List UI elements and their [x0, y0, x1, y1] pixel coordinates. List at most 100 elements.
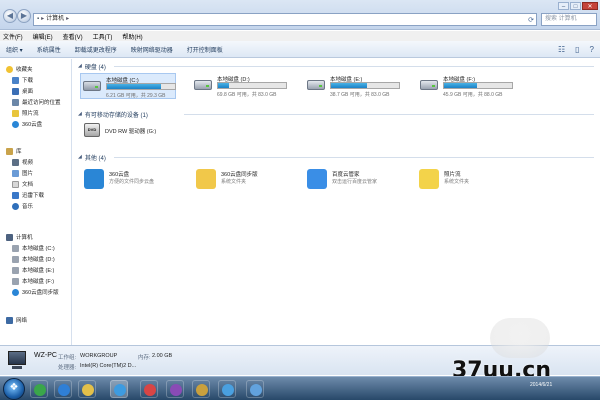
system-properties-button[interactable]: 系统属性 [37, 45, 61, 54]
help-icon[interactable]: ? [590, 45, 594, 54]
drive-tile-c[interactable]: 本地磁盘 (C:) 6.21 GB 可用，共 29.3 GB [80, 73, 176, 99]
taskbar-app[interactable] [140, 380, 158, 398]
app-icon [196, 384, 208, 396]
refresh-icon[interactable]: ⟳ [528, 15, 534, 26]
close-button[interactable]: ✕ [582, 2, 598, 10]
drive-usage-fill [218, 83, 229, 88]
nav-computer[interactable]: 计算机 [6, 232, 33, 242]
back-button[interactable]: ◀ [3, 9, 17, 23]
drive-icon [420, 80, 438, 90]
menu-file[interactable]: 文件(F) [3, 32, 23, 41]
tray-date[interactable]: 2014/6/21 [530, 382, 552, 388]
thunder-icon [12, 191, 19, 199]
360cloud-icon [84, 169, 104, 189]
uninstall-program-button[interactable]: 卸载或更改程序 [75, 45, 117, 54]
address-bar[interactable]: ▪ ▸ 计算机 ▸ ⟳ [33, 13, 537, 26]
drive-space-info: 38.7 GB 可用，共 83.0 GB [330, 92, 390, 98]
nav-item-videos[interactable]: 视频 [12, 157, 33, 167]
drive-usage-fill [444, 83, 477, 88]
organize-button[interactable]: 组织 ▾ [6, 45, 23, 54]
menu-tools[interactable]: 工具(T) [93, 32, 113, 41]
nav-item-thunder-downloads[interactable]: 迅雷下载 [12, 190, 44, 200]
nav-libraries[interactable]: 库 [6, 146, 22, 156]
item-360cloud-sync[interactable]: 360云盘同步版 系统文件夹 [196, 167, 296, 193]
videos-icon [12, 158, 19, 166]
menu-help[interactable]: 帮助(H) [122, 32, 142, 41]
network-icon [6, 316, 13, 324]
item-name: 照片流 [444, 172, 461, 178]
nav-item-drive-e[interactable]: 本地磁盘 (E:) [12, 265, 54, 275]
nav-item-photostream[interactable]: 照片流 [12, 108, 39, 118]
nav-item-downloads[interactable]: 下载 [12, 75, 33, 85]
breadcrumb-computer[interactable]: 计算机 [46, 16, 64, 22]
nav-label: 视频 [22, 160, 34, 166]
watermark-cat-image [490, 318, 550, 358]
nav-item-documents[interactable]: 文档 [12, 179, 33, 189]
nav-label: 收藏夹 [16, 67, 33, 73]
dvd-drive-tile[interactable]: DVD DVD RW 驱动器 (G:) [84, 123, 204, 139]
cpu-label: 处理器: [58, 365, 77, 371]
drive-tile-f[interactable]: 本地磁盘 (F:) 45.9 GB 可用，共 88.0 GB [418, 73, 514, 99]
app-icon [250, 384, 262, 396]
drive-icon [12, 277, 19, 285]
drive-space-info: 6.21 GB 可用，共 29.3 GB [106, 93, 166, 99]
drive-icon [12, 244, 19, 252]
item-name: 360云盘 [109, 172, 130, 178]
item-name: 百度云管家 [332, 172, 360, 178]
menu-view[interactable]: 查看(V) [63, 32, 83, 41]
item-360cloud[interactable]: 360云盘 方便的文件同步云盘 [84, 167, 184, 193]
taskbar-app[interactable] [54, 380, 72, 398]
open-control-panel-button[interactable]: 打开控制面板 [187, 45, 223, 54]
forward-button[interactable]: ▶ [17, 9, 31, 23]
taskbar-app[interactable] [30, 380, 48, 398]
taskbar-app-explorer[interactable] [110, 380, 128, 398]
nav-item-desktop[interactable]: 桌面 [12, 86, 33, 96]
nav-label: 照片流 [22, 111, 39, 117]
map-network-drive-button[interactable]: 映射网络驱动器 [131, 45, 173, 54]
start-button[interactable]: ❖ [3, 378, 25, 400]
nav-label: 文档 [22, 182, 34, 188]
nav-item-pictures[interactable]: 图片 [12, 168, 33, 178]
memory-value: 2.00 GB [152, 353, 173, 359]
item-baidu-cloud[interactable]: 百度云管家 双击运行百度云管家 [307, 167, 407, 193]
nav-item-drive-c[interactable]: 本地磁盘 (C:) [12, 243, 55, 253]
group-hard-disks[interactable]: ◢ 硬盘 (4) [78, 61, 106, 71]
nav-item-360cloud-sync[interactable]: 360云盘同步版 [12, 287, 59, 297]
drive-usage-fill [331, 83, 368, 88]
nav-item-drive-f[interactable]: 本地磁盘 (F:) [12, 276, 54, 286]
taskbar-app[interactable] [78, 380, 96, 398]
nav-network[interactable]: 网络 [6, 315, 27, 325]
taskbar-app[interactable] [218, 380, 236, 398]
search-input[interactable]: 搜索 计算机 [541, 13, 597, 26]
menu-edit[interactable]: 编辑(E) [33, 32, 53, 41]
app-icon [222, 384, 234, 396]
nav-label: 迅雷下载 [22, 193, 45, 199]
drive-tile-e[interactable]: 本地磁盘 (E:) 38.7 GB 可用，共 83.0 GB [305, 73, 401, 99]
maximize-button[interactable]: □ [570, 2, 581, 10]
nav-label: 本地磁盘 (D:) [22, 257, 55, 263]
nav-label: 360云盘 [22, 122, 43, 128]
taskbar-app[interactable] [246, 380, 264, 398]
breadcrumb-arrow-icon: ▸ [41, 16, 45, 22]
app-icon [144, 384, 156, 396]
workgroup-label: 工作组: [58, 355, 77, 361]
item-photostream[interactable]: 照片流 系统文件夹 [419, 167, 519, 193]
preview-pane-icon[interactable]: ▯ [575, 45, 579, 54]
drive-tile-d[interactable]: 本地磁盘 (D:) 69.8 GB 可用，共 83.0 GB [192, 73, 288, 99]
nav-label: 本地磁盘 (C:) [22, 246, 55, 252]
breadcrumb-arrow-icon: ▸ [66, 16, 70, 22]
minimize-button[interactable]: – [558, 2, 569, 10]
nav-item-drive-d[interactable]: 本地磁盘 (D:) [12, 254, 55, 264]
nav-item-360cloud[interactable]: 360云盘 [12, 119, 42, 129]
group-divider [114, 157, 594, 158]
nav-favorites[interactable]: 收藏夹 [6, 64, 33, 74]
taskbar-app[interactable] [192, 380, 210, 398]
nav-item-recent[interactable]: 最近访问的位置 [12, 97, 61, 107]
group-removable-storage[interactable]: ◢ 有可移动存储的设备 (1) [78, 109, 148, 119]
taskbar-app[interactable] [166, 380, 184, 398]
view-options-icon[interactable]: ☷ [558, 45, 565, 54]
view-controls: ☷ ▯ ? [558, 45, 594, 54]
group-other[interactable]: ◢ 其他 (4) [78, 152, 106, 162]
ie-icon [58, 384, 70, 396]
nav-item-music[interactable]: 音乐 [12, 201, 33, 211]
